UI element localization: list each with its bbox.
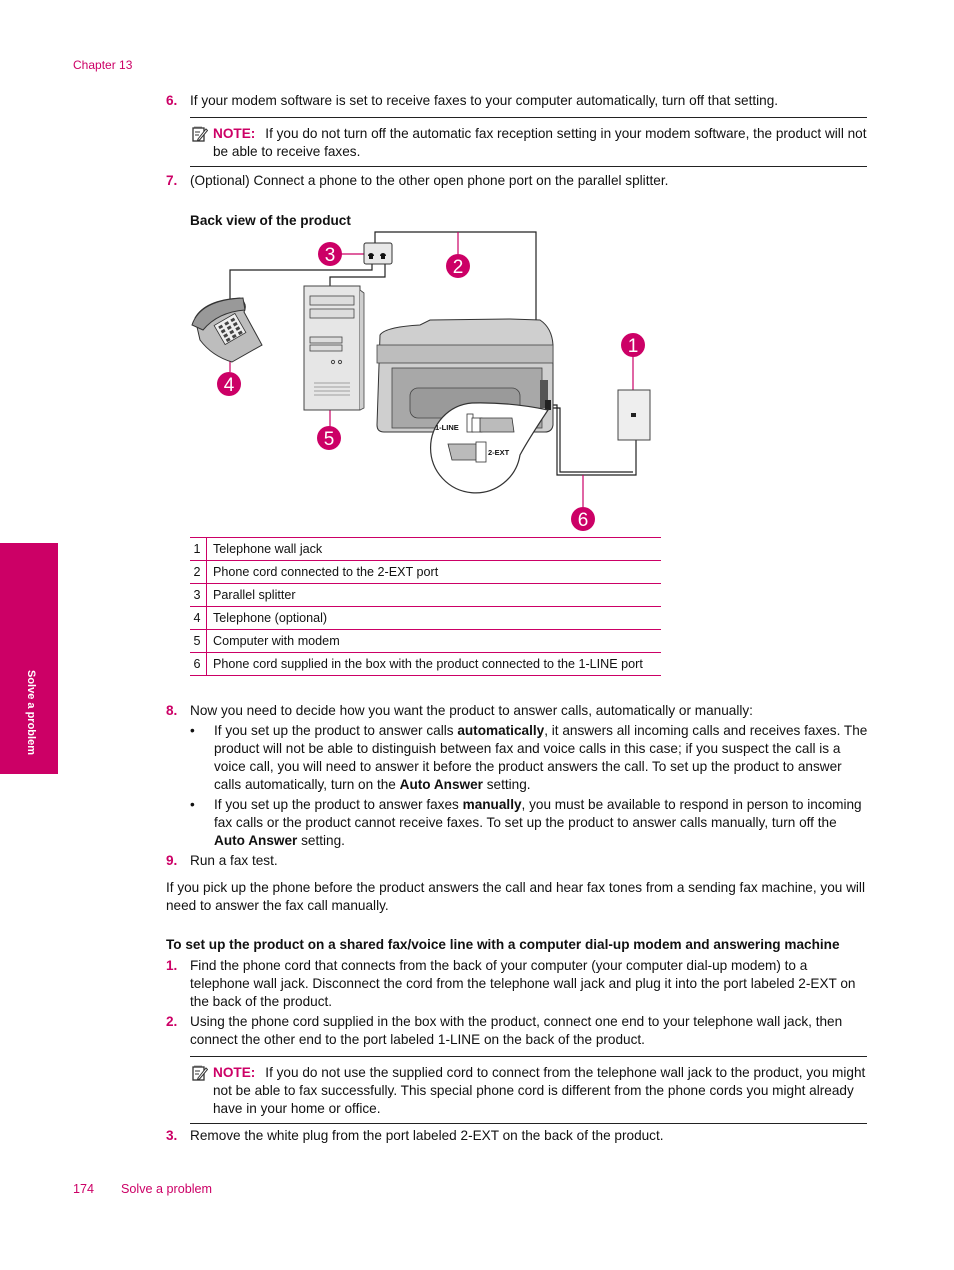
note-label: NOTE: [213,126,256,141]
callout-2: 2 [446,254,470,278]
telephone [191,297,263,363]
step-text: Find the phone cord that connects from t… [190,958,856,1009]
paragraph: If you pick up the phone before the prod… [166,880,865,913]
connection-diagram: 1-LINE 2-EXT 3 2 1 4 5 6 [191,231,651,531]
svg-text:4: 4 [224,375,235,396]
note-icon [192,126,208,142]
step-number: 8. [166,703,178,718]
section2-step-2: 2. Using the phone cord supplied in the … [166,1013,868,1049]
svg-text:2: 2 [453,257,464,278]
table-row: 1 Telephone wall jack [190,537,661,561]
svg-text:6: 6 [578,510,589,531]
step-number: 7. [166,173,178,188]
step-number: 3. [166,1128,178,1143]
callout-3: 3 [318,242,342,266]
step-text: (Optional) Connect a phone to the other … [190,173,669,188]
list-item: • If you set up the product to answer fa… [190,797,862,848]
step-text: Using the phone cord supplied in the box… [190,1014,843,1047]
side-tab: Solve a problem [0,543,58,774]
bullet-icon: • [190,723,195,738]
table-row: 6 Phone cord supplied in the box with the… [190,652,661,676]
note-text: If you do not turn off the automatic fax… [213,126,867,159]
step-number: 6. [166,93,178,108]
section-heading: To set up the product on a shared fax/vo… [166,937,840,952]
step-number: 2. [166,1014,178,1029]
bullet-icon: • [190,797,195,812]
port-label-ext: 2-EXT [488,448,510,457]
chapter-label: Chapter 13 [73,58,133,72]
bullet-list: • If you set up the product to answer ca… [190,722,868,852]
step-text: Remove the white plug from the port labe… [190,1128,664,1143]
port-magnifier: 1-LINE 2-EXT [430,402,549,494]
telephone-wall-jack [617,389,651,441]
table-row: 4 Telephone (optional) [190,606,661,630]
note-icon [192,1065,208,1081]
page-number: 174 [73,1182,95,1196]
note-text: If you do not use the supplied cord to c… [213,1065,866,1116]
note-box: NOTE: If you do not turn off the automati… [190,117,867,167]
svg-text:1: 1 [628,336,639,357]
step-text: Now you need to decide how you want the … [190,703,753,718]
callout-1: 1 [621,333,645,357]
side-tab-label: Solve a problem [25,670,37,755]
svg-text:3: 3 [325,245,336,266]
step-number: 9. [166,853,178,868]
computer-tower [303,285,365,411]
step-6: 6. If your modem software is set to rece… [166,92,868,110]
step-text: Run a fax test. [190,853,278,868]
callout-4: 4 [217,372,241,396]
step-8: 8. Now you need to decide how you want t… [166,702,868,720]
parallel-splitter [363,242,393,265]
table-row: 2 Phone cord connected to the 2-EXT port [190,560,661,584]
section2-step-1: 1. Find the phone cord that connects fro… [166,957,868,1011]
port-label-line: 1-LINE [435,423,459,432]
callout-5: 5 [317,426,341,450]
step-9: 9. Run a fax test. [166,852,868,870]
note-label: NOTE: [213,1065,256,1080]
footer-section-title: Solve a problem [121,1182,213,1196]
table-row: 3 Parallel splitter [190,583,661,607]
step-7: 7. (Optional) Connect a phone to the oth… [166,172,868,190]
step-text: If your modem software is set to receive… [190,93,779,108]
table-row: 5 Computer with modem [190,629,661,653]
note-box: NOTE: If you do not use the supplied cord… [190,1056,867,1124]
list-item: • If you set up the product to answer ca… [190,723,868,792]
section2-step-3: 3. Remove the white plug from the port l… [166,1127,868,1145]
callout-6: 6 [571,507,595,531]
svg-text:5: 5 [324,429,335,450]
legend-table: 1 Telephone wall jack 2 Phone cord connect… [190,537,661,676]
step-number: 1. [166,958,178,973]
